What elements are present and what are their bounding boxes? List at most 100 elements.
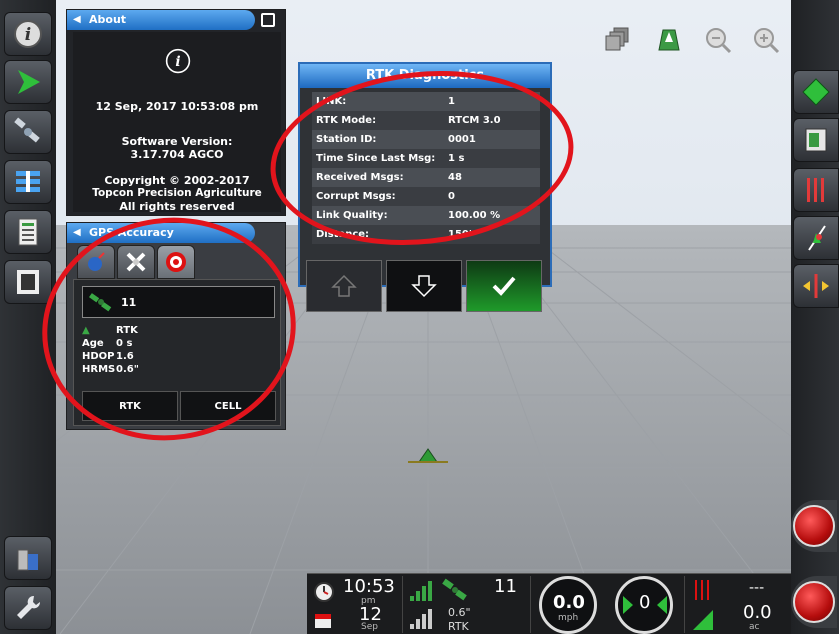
gps-accuracy-body: 11 ▲ RTK Age 0 s HDOP 1.6 HRMS0.6" RTK CELL <box>73 279 281 426</box>
rtk-row: Distance: 150' <box>312 225 540 244</box>
layers-icon[interactable] <box>604 26 632 54</box>
steering-engage-button[interactable] <box>791 576 837 628</box>
arrow-down-icon <box>411 275 437 298</box>
satellite-count: 11 <box>494 576 517 597</box>
play-arrow-icon <box>18 70 40 94</box>
satellite-count-box: 11 <box>82 286 275 318</box>
autosteer-button[interactable] <box>793 70 839 114</box>
rtk-row-value: 1 s <box>448 153 465 164</box>
gps-row-label: HDOP <box>82 351 115 362</box>
implement-master-button[interactable] <box>791 500 837 552</box>
scroll-down-button[interactable] <box>386 260 462 312</box>
map-view-icon[interactable] <box>655 26 683 54</box>
status-bar: 10:53 pm 12 Sep 11 0.6" RTK 0.0 mph 0 --… <box>307 573 791 634</box>
target-icon <box>166 252 186 272</box>
area-wedge-icon <box>693 610 713 630</box>
about-title-bar[interactable]: ◀ About <box>67 10 255 30</box>
gps-row-value: 0 s <box>116 338 133 349</box>
gps-satellite-button[interactable] <box>4 110 52 154</box>
tab-bomb[interactable] <box>77 245 115 279</box>
setup-button[interactable] <box>4 586 52 630</box>
gps-row: HRMS0.6" <box>82 364 139 375</box>
steer-diamond-icon <box>802 78 830 106</box>
clear-data-button[interactable] <box>4 536 52 580</box>
field-icon <box>805 128 827 152</box>
rtk-row-value: 0 <box>448 191 455 202</box>
wrench-icon <box>17 595 41 619</box>
guidance-button[interactable] <box>4 60 52 104</box>
rtk-row-label: Received Msgs: <box>316 172 404 183</box>
about-content: i 12 Sep, 2017 10:53:08 pm Software Vers… <box>73 32 281 213</box>
heading-value: 0 <box>639 592 651 613</box>
section-control-button[interactable] <box>793 168 839 212</box>
satellite-icon <box>14 117 40 143</box>
signal-bars-icon <box>410 581 432 601</box>
rtk-diagnostics-dialog: RTK Diagnostics LINK: 1 RTK Mode: RTCM 3.0… <box>298 62 552 312</box>
rtk-row-label: RTK Mode: <box>316 115 377 126</box>
info-button[interactable]: i <box>4 12 52 56</box>
rtk-row-label: Corrupt Msgs: <box>316 191 396 202</box>
sections-icon <box>16 171 40 192</box>
job-report-button[interactable] <box>4 210 52 254</box>
arrow-up-icon <box>331 274 357 297</box>
gps-title: GPS Accuracy <box>89 226 174 239</box>
rtk-row: LINK: 1 <box>312 92 540 111</box>
video-button[interactable] <box>4 260 52 304</box>
field-button[interactable] <box>793 118 839 162</box>
company-name: Topcon Precision Agriculture <box>92 187 262 199</box>
gps-row-label: Age <box>82 338 104 349</box>
signal-bars-icon <box>410 609 432 629</box>
about-panel: ◀ About i 12 Sep, 2017 10:53:08 pm Softw… <box>66 9 286 216</box>
gps-row-label: HRMS <box>82 364 116 375</box>
master-switch-icon <box>793 505 835 547</box>
rtk-row-value: 1 <box>448 96 455 107</box>
rtk-row-value: 100.00 % <box>448 210 501 221</box>
tab-accuracy[interactable] <box>157 245 195 279</box>
info-icon: i <box>14 20 42 48</box>
bomb-icon <box>88 252 105 271</box>
gps-row: HDOP 1.6 <box>82 351 134 362</box>
cell-button[interactable]: CELL <box>180 391 276 421</box>
steering-wheel-icon <box>793 581 835 623</box>
rights-text: All rights reserved <box>119 200 235 213</box>
rtk-row-value: RTCM 3.0 <box>448 115 501 126</box>
copyright-text: Copyright © 2002-2017 <box>104 174 250 187</box>
collapse-arrow-icon[interactable]: ◀ <box>73 10 81 30</box>
heading-gauge[interactable]: 0 <box>609 576 685 634</box>
rtk-button[interactable]: RTK <box>82 391 178 421</box>
scroll-up-button[interactable] <box>306 260 382 312</box>
zoom-in-icon[interactable] <box>752 26 780 54</box>
rtk-row-label: Station ID: <box>316 134 377 145</box>
tab-satellite[interactable] <box>117 245 155 279</box>
gps-row-value: 0.6" <box>116 364 139 375</box>
gps-row: Age 0 s <box>82 338 132 349</box>
nudge-button[interactable] <box>793 264 839 308</box>
gps-mode: RTK <box>116 325 138 336</box>
gps-status-cell[interactable]: 11 0.6" RTK <box>404 576 531 633</box>
version-label: Software Version: <box>121 135 233 148</box>
area-cell[interactable]: --- 0.0 ac <box>687 576 791 633</box>
confirm-button[interactable] <box>466 260 542 312</box>
nudge-arrows-icon <box>803 274 829 298</box>
speed-unit: mph <box>558 613 579 623</box>
hrms-value: 0.6" <box>448 606 471 619</box>
undock-icon[interactable] <box>261 13 275 27</box>
gps-accuracy-panel: ◀ GPS Accuracy 11 ▲ RTK Age 0 s HDOP 1.6 HR… <box>66 222 286 430</box>
section-settings-button[interactable] <box>4 160 52 204</box>
rtk-rows: LINK: 1 RTK Mode: RTCM 3.0 Station ID: 0001… <box>312 92 540 244</box>
rtk-dialog-title: RTK Diagnostics <box>300 64 550 88</box>
antenna-icon: ▲ <box>82 325 90 336</box>
version-value: 3.17.704 AGCO <box>130 148 224 161</box>
gps-title-bar[interactable]: ◀ GPS Accuracy <box>67 223 255 243</box>
right-toolbar <box>791 0 839 634</box>
guidance-line-button[interactable] <box>793 216 839 260</box>
clock-cell[interactable]: 10:53 pm 12 Sep <box>307 576 403 633</box>
collapse-arrow-icon[interactable]: ◀ <box>73 223 81 243</box>
rtk-row: RTK Mode: RTCM 3.0 <box>312 111 540 130</box>
rtk-row-value: 48 <box>448 172 462 183</box>
date-month: Sep <box>361 622 378 632</box>
speedometer[interactable]: 0.0 mph <box>533 576 607 634</box>
rtk-row-value: 150' <box>448 229 472 240</box>
zoom-out-icon[interactable] <box>704 26 732 54</box>
left-toolbar: i <box>0 0 56 634</box>
